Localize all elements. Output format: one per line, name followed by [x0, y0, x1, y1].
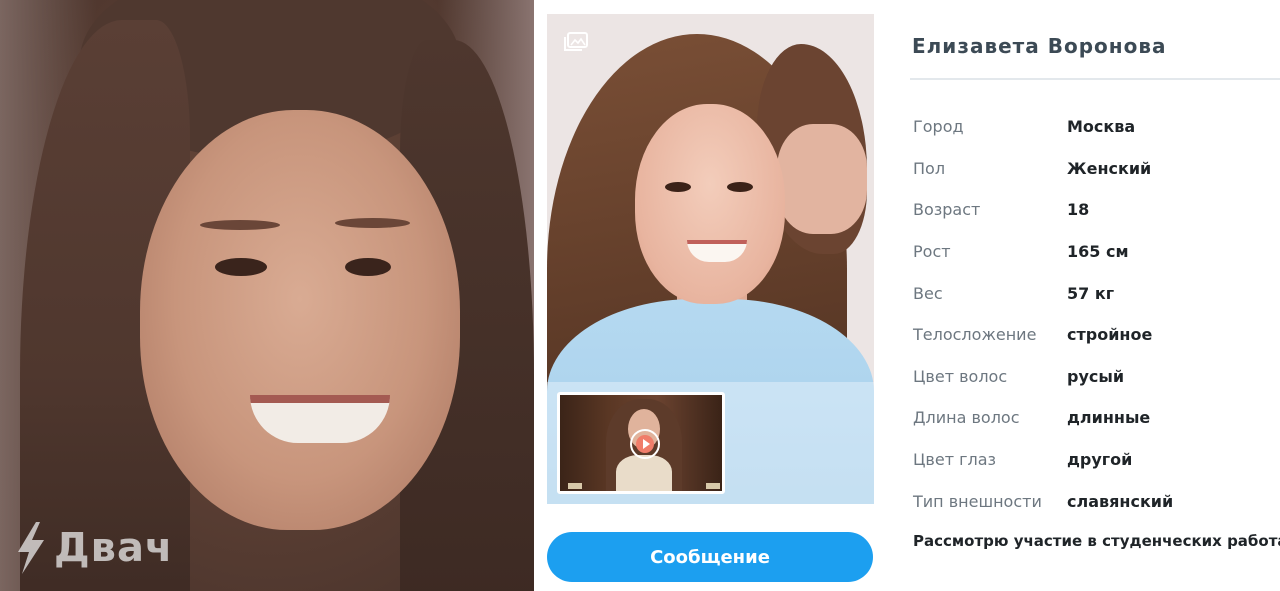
attribute-value: 57 кг [1067, 283, 1115, 303]
attribute-value: длинные [1067, 408, 1151, 428]
play-icon[interactable] [630, 429, 660, 459]
eye [345, 258, 391, 276]
attribute-row-eye-color: Цвет глаз другой [913, 439, 1273, 481]
attribute-value: 18 [1067, 200, 1090, 220]
eye [665, 182, 691, 192]
attribute-label: Вес [913, 283, 943, 303]
attribute-label: Город [913, 117, 964, 137]
face [635, 104, 785, 304]
divider [910, 78, 1280, 80]
attribute-row-hair-length: Длина волос длинные [913, 397, 1273, 439]
video-person-top [616, 455, 672, 491]
attribute-value: славянский [1067, 491, 1174, 511]
attribute-label: Возраст [913, 200, 981, 220]
attribute-label: Пол [913, 158, 946, 178]
attribute-row-height: Рост 165 см [913, 231, 1273, 273]
attributes-table: Город Москва Пол Женский Возраст 18 Рост… [913, 106, 1273, 522]
eyebrow [335, 218, 410, 228]
student-work-note: Рассмотрю участие в студенческих работах [913, 532, 1280, 550]
attribute-label: Тип внешности [913, 491, 1042, 511]
eyebrow [200, 220, 280, 230]
eye [215, 258, 267, 276]
attribute-label: Рост [913, 242, 951, 262]
attribute-row-city: Город Москва [913, 106, 1273, 148]
play-icon-core [636, 435, 654, 453]
profile-photo[interactable] [547, 14, 874, 504]
video-prop [706, 483, 720, 489]
attribute-row-hair-color: Цвет волос русый [913, 356, 1273, 398]
attribute-label: Цвет волос [913, 366, 1008, 386]
attribute-row-build: Телосложение стройное [913, 314, 1273, 356]
gallery-icon[interactable] [563, 32, 589, 52]
attribute-value: другой [1067, 450, 1133, 470]
face [140, 110, 460, 530]
attribute-value: 165 см [1067, 242, 1129, 262]
attribute-value: русый [1067, 366, 1125, 386]
attribute-value: стройное [1067, 325, 1153, 345]
message-button[interactable]: Сообщение [547, 532, 873, 582]
attribute-row-gender: Пол Женский [913, 148, 1273, 190]
watermark-text: Двач [54, 525, 174, 571]
attribute-label: Длина волос [913, 408, 1020, 428]
cropped-face-photo: Двач [0, 0, 534, 591]
attribute-label: Цвет глаз [913, 450, 997, 470]
video-prop [568, 483, 582, 489]
lightning-icon [18, 522, 44, 574]
attribute-value: Москва [1067, 117, 1136, 137]
hand [777, 124, 867, 234]
attribute-row-weight: Вес 57 кг [913, 272, 1273, 314]
watermark: Двач [14, 520, 173, 576]
play-triangle [642, 439, 650, 449]
attribute-label: Телосложение [913, 325, 1037, 345]
attribute-row-appearance-type: Тип внешности славянский [913, 480, 1273, 522]
attribute-value: Женский [1067, 158, 1152, 178]
video-thumbnail[interactable] [557, 392, 725, 494]
profile-name: Елизавета Воронова [912, 34, 1167, 58]
attribute-row-age: Возраст 18 [913, 189, 1273, 231]
eye [727, 182, 753, 192]
